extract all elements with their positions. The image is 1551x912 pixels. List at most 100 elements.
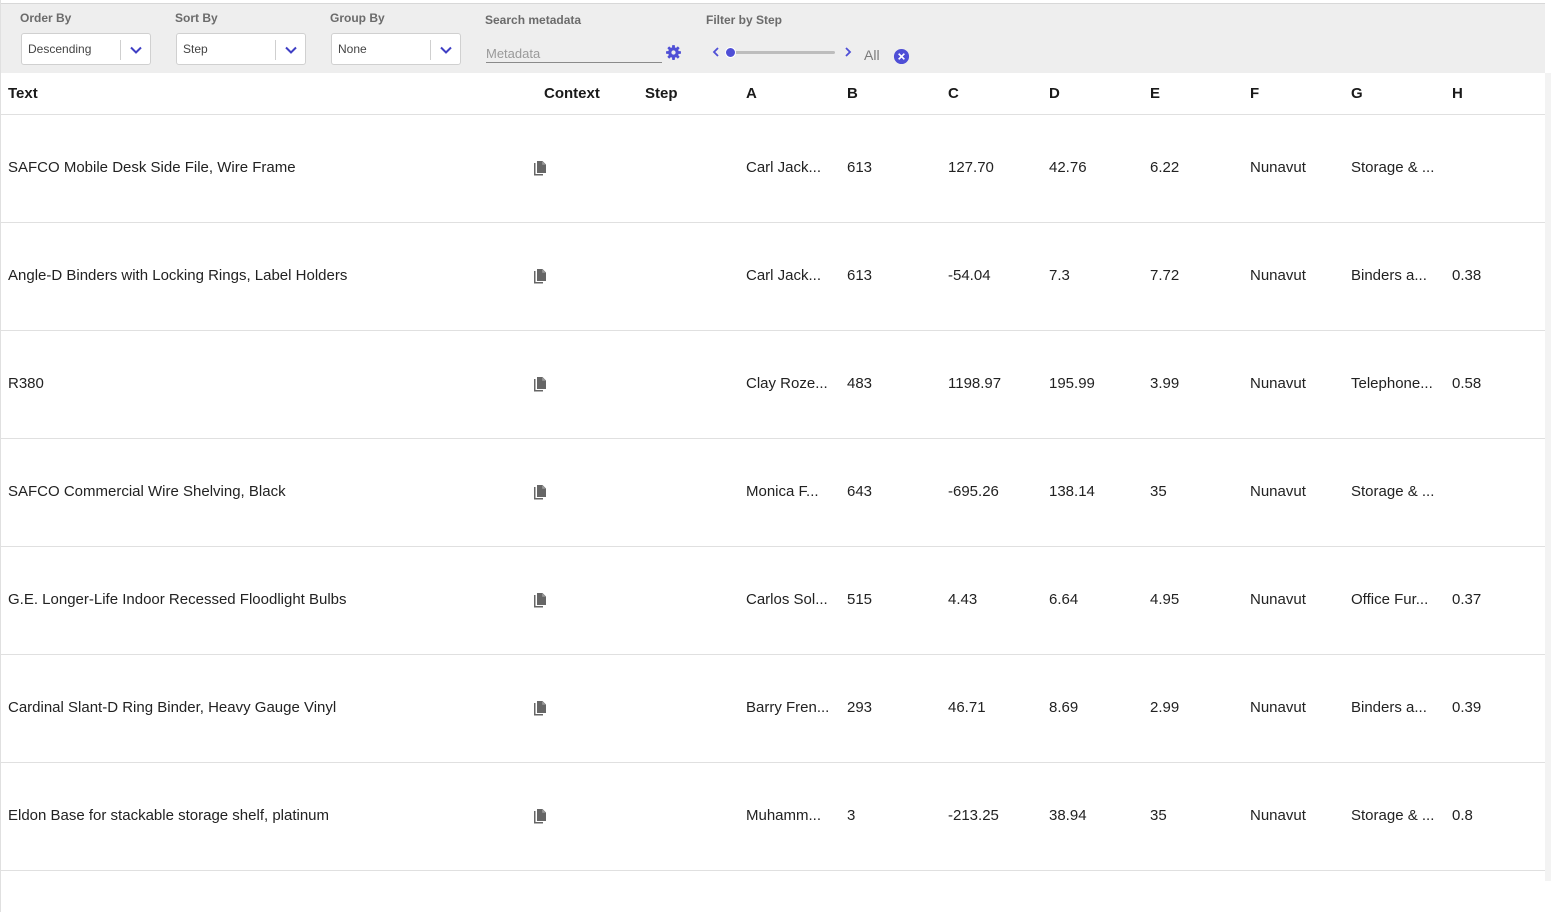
cell-d: 38.94 — [1049, 807, 1087, 824]
cell-c: 46.71 — [948, 699, 986, 716]
close-circle-icon[interactable] — [893, 48, 910, 65]
group-by-label: Group By — [330, 11, 385, 25]
cell-g: Storage & ... — [1351, 159, 1435, 176]
cell-b: 293 — [847, 699, 873, 716]
cell-h: 0.8 — [1452, 807, 1473, 824]
table-row[interactable]: G.E. Longer-Life Indoor Recessed Floodli… — [1, 547, 1545, 655]
cell-d: 195.99 — [1049, 375, 1095, 392]
filter-by-step-label: Filter by Step — [706, 13, 783, 27]
header-f[interactable]: F — [1250, 85, 1259, 102]
cell-e: 35 — [1150, 483, 1167, 500]
cell-f: Nunavut — [1250, 375, 1306, 392]
cell-f: Nunavut — [1250, 591, 1306, 608]
cell-text: Eldon Base for stackable storage shelf, … — [8, 807, 330, 824]
header-text[interactable]: Text — [8, 85, 38, 102]
cell-a: Monica F... — [746, 483, 819, 500]
cell-a: Carlos Sol... — [746, 591, 828, 608]
cell-a: Carl Jack... — [746, 159, 822, 176]
chevron-down-icon[interactable] — [438, 42, 454, 58]
cell-d: 6.64 — [1049, 591, 1079, 608]
cell-g: Storage & ... — [1351, 807, 1435, 824]
table-row[interactable]: R380 Clay Roze... 483 1198.97 195.99 3.99 Nuna… — [1, 331, 1545, 439]
copy-icon[interactable] — [532, 160, 548, 177]
cell-c: 4.43 — [948, 591, 978, 608]
gear-icon[interactable] — [665, 44, 682, 61]
select-divider — [430, 40, 431, 60]
cell-f: Nunavut — [1250, 483, 1306, 500]
cell-text: R380 — [8, 375, 44, 392]
copy-icon[interactable] — [532, 484, 548, 501]
metadata-search-input[interactable] — [486, 44, 662, 63]
copy-icon[interactable] — [532, 700, 548, 717]
cell-c: -54.04 — [948, 267, 991, 284]
step-slider-thumb[interactable] — [725, 47, 736, 58]
copy-icon[interactable] — [532, 808, 548, 825]
header-context[interactable]: Context — [544, 85, 600, 102]
chevron-down-icon[interactable] — [283, 42, 299, 58]
cell-g: Storage & ... — [1351, 483, 1435, 500]
cell-b: 643 — [847, 483, 873, 500]
cell-h: 0.38 — [1452, 267, 1482, 284]
table-row[interactable]: SAFCO Commercial Wire Shelving, Black Mon… — [1, 439, 1545, 547]
cell-b: 515 — [847, 591, 873, 608]
header-step[interactable]: Step — [645, 85, 678, 102]
chevron-down-icon[interactable] — [128, 42, 144, 58]
cell-b: 613 — [847, 159, 873, 176]
cell-e: 6.22 — [1150, 159, 1180, 176]
table-row[interactable]: Angle-D Binders with Locking Rings, Labe… — [1, 223, 1545, 331]
cell-g: Office Fur... — [1351, 591, 1429, 608]
toolbar: Order By Descending Sort By Step Group B… — [1, 3, 1545, 73]
cell-e: 3.99 — [1150, 375, 1180, 392]
cell-d: 138.14 — [1049, 483, 1095, 500]
cell-h: 0.37 — [1452, 591, 1482, 608]
chevron-left-icon[interactable] — [710, 44, 722, 60]
cell-c: -213.25 — [948, 807, 999, 824]
cell-a: Carl Jack... — [746, 267, 822, 284]
cell-h: 0.58 — [1452, 375, 1482, 392]
chevron-right-icon[interactable] — [842, 44, 854, 60]
table-scrollbar[interactable] — [1545, 73, 1551, 881]
group-by-value: None — [338, 42, 367, 56]
header-h[interactable]: H — [1452, 85, 1463, 102]
cell-c: -695.26 — [948, 483, 999, 500]
header-d[interactable]: D — [1049, 85, 1060, 102]
cell-b: 3 — [847, 807, 856, 824]
cell-a: Clay Roze... — [746, 375, 828, 392]
cell-e: 7.72 — [1150, 267, 1180, 284]
sort-by-label: Sort By — [175, 11, 218, 25]
cell-h: 0.39 — [1452, 699, 1482, 716]
page: Order By Descending Sort By Step Group B… — [0, 0, 1551, 912]
cell-d: 8.69 — [1049, 699, 1079, 716]
cell-d: 7.3 — [1049, 267, 1070, 284]
cell-f: Nunavut — [1250, 159, 1306, 176]
step-slider-track[interactable] — [725, 51, 835, 54]
cell-g: Binders a... — [1351, 267, 1427, 284]
cell-e: 4.95 — [1150, 591, 1180, 608]
cell-c: 1198.97 — [948, 375, 1002, 392]
copy-icon[interactable] — [532, 592, 548, 609]
header-c[interactable]: C — [948, 85, 959, 102]
filter-all-label: All — [864, 47, 880, 63]
cell-f: Nunavut — [1250, 807, 1306, 824]
order-by-select[interactable]: Descending — [21, 33, 151, 65]
header-a[interactable]: A — [746, 85, 757, 102]
cell-b: 483 — [847, 375, 873, 392]
select-divider — [275, 40, 276, 60]
table-row[interactable]: Eldon Base for stackable storage shelf, … — [1, 763, 1545, 871]
table-row[interactable]: Cardinal Slant-D Ring Binder, Heavy Gaug… — [1, 655, 1545, 763]
header-g[interactable]: G — [1351, 85, 1363, 102]
copy-icon[interactable] — [532, 376, 548, 393]
header-b[interactable]: B — [847, 85, 858, 102]
group-by-select[interactable]: None — [331, 33, 461, 65]
order-by-label: Order By — [20, 11, 72, 25]
copy-icon[interactable] — [532, 268, 548, 285]
cell-a: Barry Fren... — [746, 699, 830, 716]
cell-g: Binders a... — [1351, 699, 1427, 716]
header-e[interactable]: E — [1150, 85, 1160, 102]
cell-a: Muhamm... — [746, 807, 822, 824]
cell-text: Cardinal Slant-D Ring Binder, Heavy Gaug… — [8, 699, 337, 716]
table-row[interactable]: SAFCO Mobile Desk Side File, Wire Frame C… — [1, 115, 1545, 223]
sort-by-value: Step — [183, 42, 208, 56]
sort-by-select[interactable]: Step — [176, 33, 306, 65]
cell-text: G.E. Longer-Life Indoor Recessed Floodli… — [8, 591, 347, 608]
